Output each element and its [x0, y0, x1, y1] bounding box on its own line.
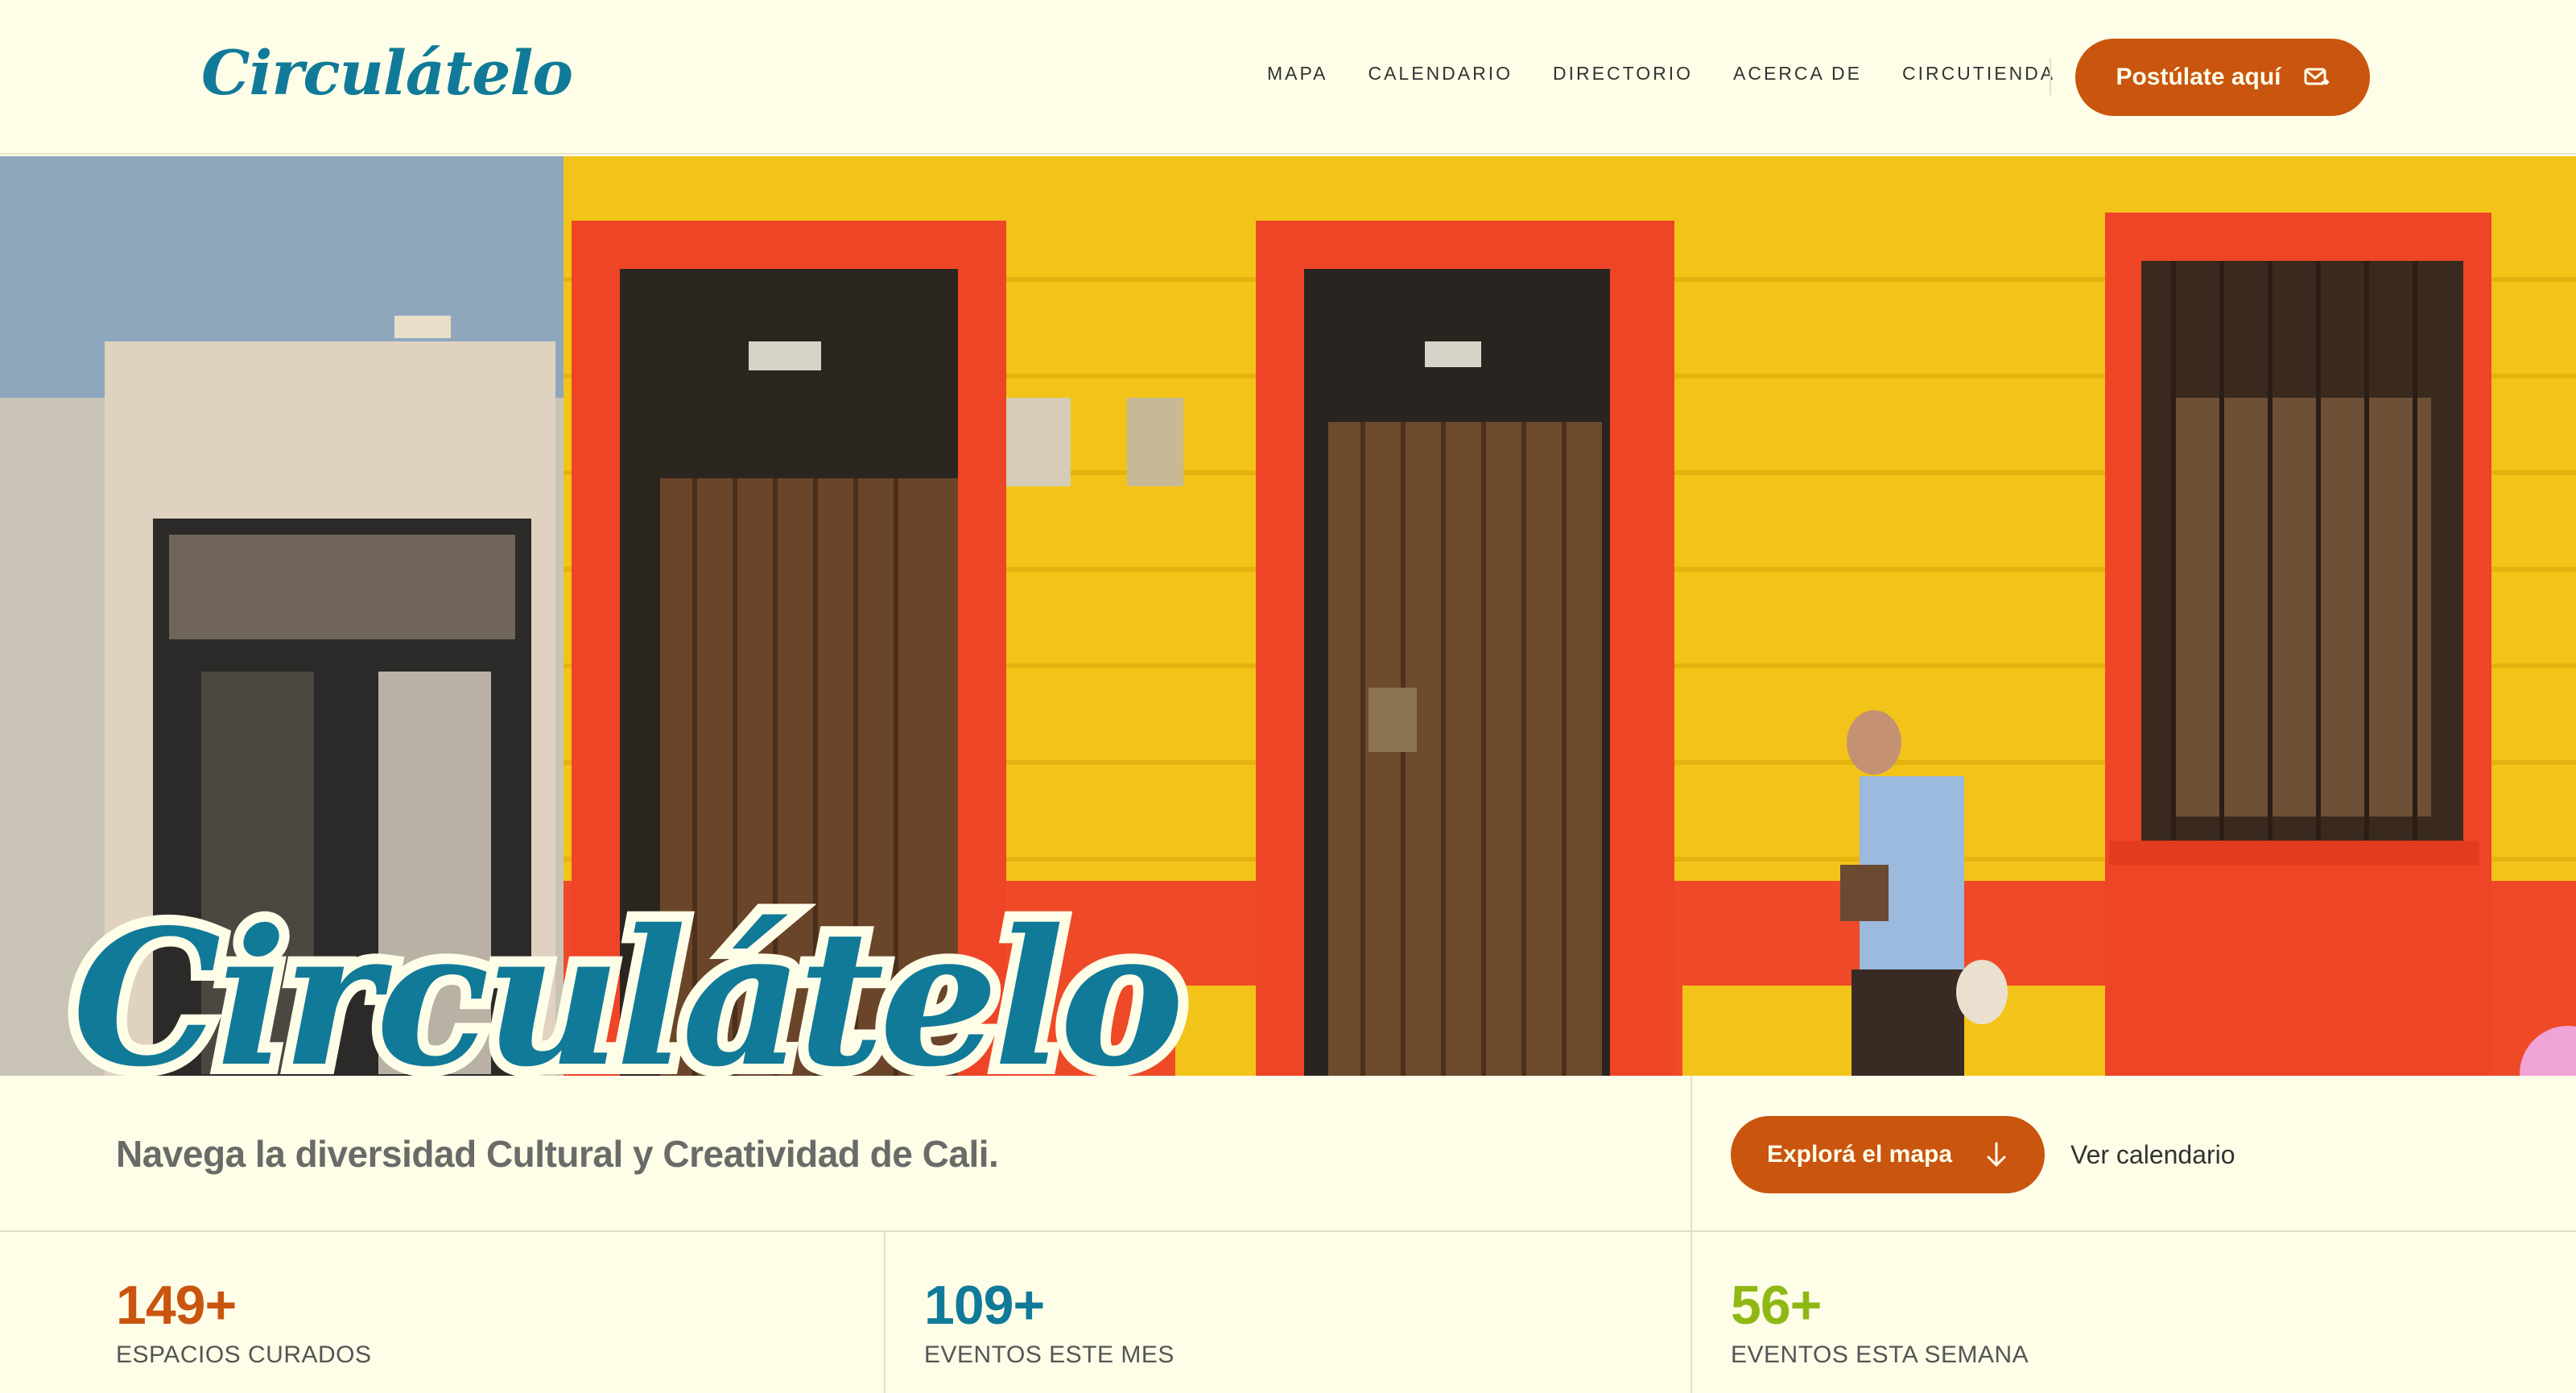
- nav-divider: [2050, 58, 2051, 95]
- nav-item-circutienda[interactable]: CIRCUTIENDA: [1902, 63, 2055, 85]
- stat-events-week: 56+ EVENTOS ESTA SEMANA: [1692, 1232, 2576, 1393]
- stat-spaces: 149+ ESPACIOS CURADOS: [0, 1232, 884, 1393]
- tagline-row: Navega la diversidad Cultural y Creativi…: [0, 1076, 2576, 1232]
- explore-map-button[interactable]: Explorá el mapa: [1731, 1116, 2045, 1193]
- mail-icon: [2304, 68, 2330, 85]
- stat-label: EVENTOS ESTE MES: [924, 1341, 1174, 1368]
- tagline-text: Navega la diversidad Cultural y Creativi…: [116, 1133, 999, 1175]
- nav-item-directorio[interactable]: DIRECTORIO: [1553, 63, 1693, 85]
- hero-title: Circulátelo: [62, 888, 1195, 1077]
- stats-row: 149+ ESPACIOS CURADOS 109+ EVENTOS ESTE …: [0, 1232, 2576, 1393]
- tagline-divider: [1690, 1076, 1692, 1232]
- main-nav: MAPA CALENDARIO DIRECTORIO ACERCA DE CIR…: [1267, 63, 2055, 85]
- stat-events-month: 109+ EVENTOS ESTE MES: [886, 1232, 1690, 1393]
- stat-label: EVENTOS ESTA SEMANA: [1731, 1341, 2029, 1368]
- nav-item-calendario[interactable]: CALENDARIO: [1368, 63, 1513, 85]
- view-calendar-link[interactable]: Ver calendario: [2070, 1140, 2235, 1170]
- hero-banner: Circulátelo: [0, 156, 2576, 1076]
- stat-value: 56+: [1731, 1275, 1822, 1336]
- nav-item-acerca-de[interactable]: ACERCA DE: [1733, 63, 1862, 85]
- arrow-down-icon: [1987, 1142, 2006, 1168]
- nav-item-mapa[interactable]: MAPA: [1267, 63, 1327, 85]
- site-logo[interactable]: Circulátelo: [201, 37, 573, 109]
- stat-value: 149+: [116, 1275, 237, 1336]
- site-header: Circulátelo MAPA CALENDARIO DIRECTORIO A…: [0, 0, 2576, 155]
- apply-button-label: Postúlate aquí: [2116, 64, 2281, 90]
- stat-label: ESPACIOS CURADOS: [116, 1341, 372, 1368]
- apply-button[interactable]: Postúlate aquí: [2075, 39, 2370, 116]
- explore-map-label: Explorá el mapa: [1766, 1141, 1953, 1168]
- stat-value: 109+: [924, 1275, 1045, 1336]
